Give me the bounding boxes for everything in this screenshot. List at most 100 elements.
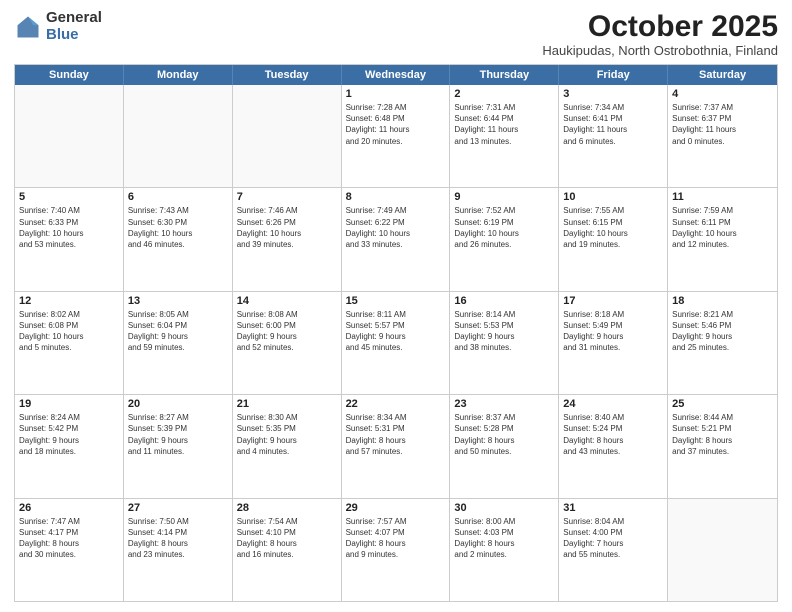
week-row-4: 19 Sunrise: 8:24 AMSunset: 5:42 PMDayligh… (15, 395, 777, 498)
day-header-thursday: Thursday (450, 65, 559, 85)
day-cell: 25 Sunrise: 8:44 AMSunset: 5:21 PMDayligh… (668, 395, 777, 497)
day-number: 20 (128, 398, 228, 410)
logo-icon (14, 13, 42, 41)
day-cell (124, 85, 233, 187)
day-info: Sunrise: 7:49 AMSunset: 6:22 PMDaylight:… (346, 205, 446, 250)
day-info: Sunrise: 7:50 AMSunset: 4:14 PMDaylight:… (128, 516, 228, 561)
day-number: 3 (563, 88, 663, 100)
day-info: Sunrise: 8:30 AMSunset: 5:35 PMDaylight:… (237, 412, 337, 457)
day-info: Sunrise: 8:11 AMSunset: 5:57 PMDaylight:… (346, 309, 446, 354)
day-cell: 3 Sunrise: 7:34 AMSunset: 6:41 PMDaylight… (559, 85, 668, 187)
day-cell: 29 Sunrise: 7:57 AMSunset: 4:07 PMDayligh… (342, 499, 451, 601)
day-info: Sunrise: 8:05 AMSunset: 6:04 PMDaylight:… (128, 309, 228, 354)
day-number: 18 (672, 295, 773, 307)
day-info: Sunrise: 7:55 AMSunset: 6:15 PMDaylight:… (563, 205, 663, 250)
weeks-container: 1 Sunrise: 7:28 AMSunset: 6:48 PMDaylight… (15, 85, 777, 601)
day-cell: 5Sunrise: 7:40 AMSunset: 6:33 PMDaylight… (15, 188, 124, 290)
day-header-monday: Monday (124, 65, 233, 85)
day-info: Sunrise: 8:18 AMSunset: 5:49 PMDaylight:… (563, 309, 663, 354)
day-info: Sunrise: 7:40 AMSunset: 6:33 PMDaylight:… (19, 205, 119, 250)
day-number: 23 (454, 398, 554, 410)
day-number: 29 (346, 502, 446, 514)
day-number: 15 (346, 295, 446, 307)
day-info: Sunrise: 7:59 AMSunset: 6:11 PMDaylight:… (672, 205, 773, 250)
day-cell: 2Sunrise: 7:31 AMSunset: 6:44 PMDaylight… (450, 85, 559, 187)
day-cell: 26Sunrise: 7:47 AMSunset: 4:17 PMDayligh… (15, 499, 124, 601)
week-row-1: 1 Sunrise: 7:28 AMSunset: 6:48 PMDaylight… (15, 85, 777, 188)
day-info: Sunrise: 7:34 AMSunset: 6:41 PMDaylight:… (563, 102, 663, 147)
month-title: October 2025 (542, 10, 778, 43)
day-number: 10 (563, 191, 663, 203)
day-info: Sunrise: 8:21 AMSunset: 5:46 PMDaylight:… (672, 309, 773, 354)
day-number: 1 (346, 88, 446, 100)
logo: General Blue (14, 10, 102, 43)
week-row-5: 26Sunrise: 7:47 AMSunset: 4:17 PMDayligh… (15, 499, 777, 601)
logo-general-text: General (46, 10, 102, 27)
day-number: 2 (454, 88, 554, 100)
day-info: Sunrise: 8:44 AMSunset: 5:21 PMDaylight:… (672, 412, 773, 457)
day-header-wednesday: Wednesday (342, 65, 451, 85)
day-number: 31 (563, 502, 663, 514)
day-info: Sunrise: 8:24 AMSunset: 5:42 PMDaylight:… (19, 412, 119, 457)
day-info: Sunrise: 8:37 AMSunset: 5:28 PMDaylight:… (454, 412, 554, 457)
day-header-sunday: Sunday (15, 65, 124, 85)
day-cell: 14 Sunrise: 8:08 AMSunset: 6:00 PMDayligh… (233, 292, 342, 394)
day-info: Sunrise: 7:52 AMSunset: 6:19 PMDaylight:… (454, 205, 554, 250)
day-cell: 4 Sunrise: 7:37 AMSunset: 6:37 PMDaylight… (668, 85, 777, 187)
day-number: 24 (563, 398, 663, 410)
day-cell: 7Sunrise: 7:46 AMSunset: 6:26 PMDaylight… (233, 188, 342, 290)
day-cell: 30 Sunrise: 8:00 AMSunset: 4:03 PMDayligh… (450, 499, 559, 601)
location: Haukipudas, North Ostrobothnia, Finland (542, 43, 778, 58)
day-cell: 1 Sunrise: 7:28 AMSunset: 6:48 PMDaylight… (342, 85, 451, 187)
day-cell: 31 Sunrise: 8:04 AMSunset: 4:00 PMDayligh… (559, 499, 668, 601)
title-block: October 2025 Haukipudas, North Ostroboth… (542, 10, 778, 58)
day-number: 4 (672, 88, 773, 100)
day-header-tuesday: Tuesday (233, 65, 342, 85)
day-info: Sunrise: 7:28 AMSunset: 6:48 PMDaylight:… (346, 102, 446, 147)
day-header-saturday: Saturday (668, 65, 777, 85)
day-cell: 15 Sunrise: 8:11 AMSunset: 5:57 PMDayligh… (342, 292, 451, 394)
day-number: 17 (563, 295, 663, 307)
day-number: 19 (19, 398, 119, 410)
day-number: 30 (454, 502, 554, 514)
day-cell (668, 499, 777, 601)
day-info: Sunrise: 7:37 AMSunset: 6:37 PMDaylight:… (672, 102, 773, 147)
day-number: 28 (237, 502, 337, 514)
day-header-friday: Friday (559, 65, 668, 85)
day-info: Sunrise: 8:40 AMSunset: 5:24 PMDaylight:… (563, 412, 663, 457)
day-cell: 28 Sunrise: 7:54 AMSunset: 4:10 PMDayligh… (233, 499, 342, 601)
day-cell: 27Sunrise: 7:50 AMSunset: 4:14 PMDayligh… (124, 499, 233, 601)
day-number: 13 (128, 295, 228, 307)
day-info: Sunrise: 8:04 AMSunset: 4:00 PMDaylight:… (563, 516, 663, 561)
day-info: Sunrise: 8:00 AMSunset: 4:03 PMDaylight:… (454, 516, 554, 561)
day-cell: 10 Sunrise: 7:55 AMSunset: 6:15 PMDayligh… (559, 188, 668, 290)
day-cell: 11Sunrise: 7:59 AMSunset: 6:11 PMDayligh… (668, 188, 777, 290)
day-cell: 8Sunrise: 7:49 AMSunset: 6:22 PMDaylight… (342, 188, 451, 290)
calendar: SundayMondayTuesdayWednesdayThursdayFrid… (14, 64, 778, 602)
day-info: Sunrise: 8:02 AMSunset: 6:08 PMDaylight:… (19, 309, 119, 354)
day-cell: 17 Sunrise: 8:18 AMSunset: 5:49 PMDayligh… (559, 292, 668, 394)
day-number: 25 (672, 398, 773, 410)
day-number: 14 (237, 295, 337, 307)
day-info: Sunrise: 8:14 AMSunset: 5:53 PMDaylight:… (454, 309, 554, 354)
day-cell (15, 85, 124, 187)
day-number: 16 (454, 295, 554, 307)
day-info: Sunrise: 7:54 AMSunset: 4:10 PMDaylight:… (237, 516, 337, 561)
day-info: Sunrise: 8:08 AMSunset: 6:00 PMDaylight:… (237, 309, 337, 354)
day-number: 21 (237, 398, 337, 410)
day-cell: 20 Sunrise: 8:27 AMSunset: 5:39 PMDayligh… (124, 395, 233, 497)
day-info: Sunrise: 8:27 AMSunset: 5:39 PMDaylight:… (128, 412, 228, 457)
day-number: 26 (19, 502, 119, 514)
day-info: Sunrise: 7:46 AMSunset: 6:26 PMDaylight:… (237, 205, 337, 250)
day-cell: 9Sunrise: 7:52 AMSunset: 6:19 PMDaylight… (450, 188, 559, 290)
day-cell: 13 Sunrise: 8:05 AMSunset: 6:04 PMDayligh… (124, 292, 233, 394)
day-cell: 24 Sunrise: 8:40 AMSunset: 5:24 PMDayligh… (559, 395, 668, 497)
day-cell: 23 Sunrise: 8:37 AMSunset: 5:28 PMDayligh… (450, 395, 559, 497)
day-cell: 22Sunrise: 8:34 AMSunset: 5:31 PMDayligh… (342, 395, 451, 497)
page-header: General Blue October 2025 Haukipudas, No… (14, 10, 778, 58)
day-cell: 12Sunrise: 8:02 AMSunset: 6:08 PMDayligh… (15, 292, 124, 394)
day-cell: 6Sunrise: 7:43 AMSunset: 6:30 PMDaylight… (124, 188, 233, 290)
day-number: 6 (128, 191, 228, 203)
day-info: Sunrise: 7:57 AMSunset: 4:07 PMDaylight:… (346, 516, 446, 561)
day-headers: SundayMondayTuesdayWednesdayThursdayFrid… (15, 65, 777, 85)
